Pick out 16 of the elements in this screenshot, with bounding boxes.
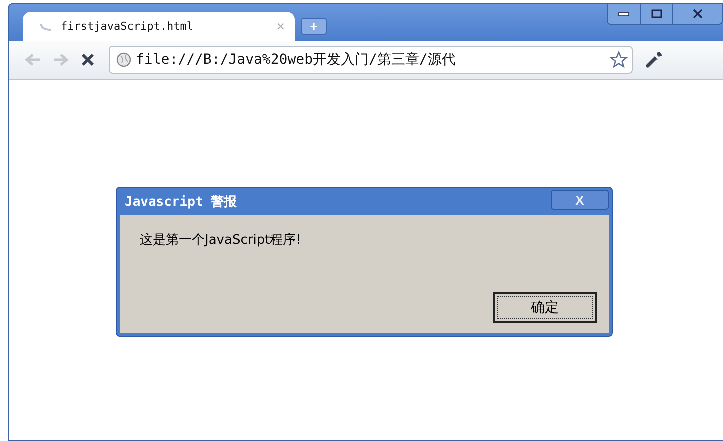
- alert-message: 这是第一个JavaScript程序!: [140, 232, 302, 249]
- loading-icon: [39, 22, 53, 32]
- address-bar[interactable]: file:///B:/Java%20web开发入门/第三章/源代: [109, 46, 633, 74]
- star-icon[interactable]: [610, 51, 628, 69]
- stop-icon[interactable]: [81, 53, 95, 67]
- minimize-icon: [618, 11, 630, 17]
- maximize-icon: [650, 8, 662, 20]
- maximize-button[interactable]: [640, 4, 672, 24]
- browser-tab[interactable]: firstjavaScript.html ×: [23, 12, 295, 41]
- dialog-title: Javascript 警报: [125, 194, 238, 210]
- close-icon: [692, 9, 704, 19]
- ok-button[interactable]: 确定: [493, 292, 597, 323]
- wrench-icon[interactable]: [645, 51, 663, 69]
- globe-icon: [116, 52, 132, 68]
- close-button[interactable]: [672, 4, 722, 24]
- minimize-button[interactable]: [608, 4, 640, 24]
